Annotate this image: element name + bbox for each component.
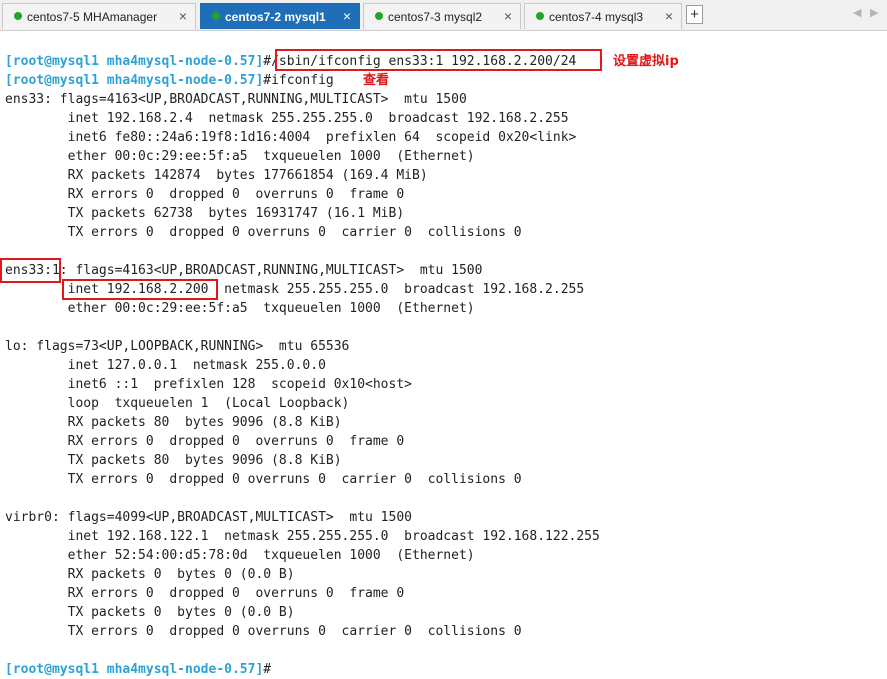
- output-line: TX packets 62738 bytes 16931747 (16.1 Mi…: [5, 206, 405, 221]
- command-line-2: [root@mysql1 mha4mysql-node-0.57]#ifconf…: [5, 71, 334, 90]
- scroll-tabs-left-icon[interactable]: ◀: [853, 6, 861, 19]
- output-line: RX errors 0 dropped 0 overruns 0 frame 0: [5, 434, 405, 449]
- output-line: RX packets 142874 bytes 177661854 (169.4…: [5, 168, 428, 183]
- output-line: RX errors 0 dropped 0 overruns 0 frame 0: [5, 187, 405, 202]
- shell-prompt: [root@mysql1 mha4mysql-node-0.57]: [5, 662, 264, 677]
- output-line: TX packets 0 bytes 0 (0.0 B): [5, 605, 295, 620]
- output-line: inet 192.168.2.4 netmask 255.255.255.0 b…: [5, 111, 569, 126]
- annotation-set-virtual-ip: 设置虚拟ip: [613, 54, 679, 69]
- output-line: TX errors 0 dropped 0 overruns 0 carrier…: [5, 472, 522, 487]
- output-line: TX packets 80 bytes 9096 (8.8 KiB): [5, 453, 342, 468]
- connected-status-icon: [212, 12, 220, 20]
- shell-prompt: [root@mysql1 mha4mysql-node-0.57]: [5, 54, 264, 69]
- tab-centos7-4[interactable]: centos7-4 mysql3 ×: [524, 3, 682, 29]
- output-line: ether 00:0c:29:ee:5f:a5 txqueuelen 1000 …: [5, 149, 475, 164]
- output-line: loop txqueuelen 1 (Local Loopback): [5, 396, 350, 411]
- close-icon[interactable]: ×: [343, 8, 351, 24]
- command-text: #ifconfig: [263, 73, 334, 88]
- output-line: inet 127.0.0.1 netmask 255.0.0.0: [5, 358, 326, 373]
- connected-status-icon: [536, 12, 544, 20]
- output-line: lo: flags=73<UP,LOOPBACK,RUNNING> mtu 65…: [5, 339, 350, 354]
- output-line: TX errors 0 dropped 0 overruns 0 carrier…: [5, 225, 522, 240]
- tab-label: centos7-4 mysql3: [549, 10, 644, 24]
- close-icon[interactable]: ×: [504, 8, 512, 24]
- output-line: ens33: flags=4163<UP,BROADCAST,RUNNING,M…: [5, 92, 467, 107]
- tab-bar: centos7-5 MHAmanager × centos7-2 mysql1 …: [0, 0, 887, 31]
- highlight-command-box: [275, 49, 602, 71]
- close-icon[interactable]: ×: [179, 8, 187, 24]
- output-line: RX errors 0 dropped 0 overruns 0 frame 0: [5, 586, 405, 601]
- add-tab-button[interactable]: +: [686, 5, 703, 24]
- output-line: RX packets 80 bytes 9096 (8.8 KiB): [5, 415, 342, 430]
- shell-prompt: [root@mysql1 mha4mysql-node-0.57]: [5, 73, 264, 88]
- tab-centos7-3[interactable]: centos7-3 mysql2 ×: [363, 3, 521, 29]
- tab-centos7-2[interactable]: centos7-2 mysql1 ×: [200, 3, 360, 29]
- output-line: TX errors 0 dropped 0 overruns 0 carrier…: [5, 624, 522, 639]
- output-line: RX packets 0 bytes 0 (0.0 B): [5, 567, 295, 582]
- annotation-check: 查看: [363, 73, 390, 88]
- tab-label: centos7-5 MHAmanager: [27, 10, 158, 24]
- output-line: ens33:1: flags=4163<UP,BROADCAST,RUNNING…: [5, 263, 483, 278]
- highlight-interface-box: [0, 258, 61, 283]
- output-line: inet6 ::1 prefixlen 128 scopeid 0x10<hos…: [5, 377, 412, 392]
- command-line-3: [root@mysql1 mha4mysql-node-0.57]#: [5, 660, 271, 679]
- tab-label: centos7-3 mysql2: [388, 10, 483, 24]
- scroll-tabs-right-icon[interactable]: ▶: [870, 6, 878, 19]
- highlight-inet-box: [62, 279, 218, 300]
- connected-status-icon: [14, 12, 22, 20]
- close-icon[interactable]: ×: [665, 8, 673, 24]
- output-line: inet6 fe80::24a6:19f8:1d16:4004 prefixle…: [5, 130, 577, 145]
- output-line: ether 00:0c:29:ee:5f:a5 txqueuelen 1000 …: [5, 301, 475, 316]
- output-line: inet 192.168.122.1 netmask 255.255.255.0…: [5, 529, 600, 544]
- connected-status-icon: [375, 12, 383, 20]
- output-line: virbr0: flags=4099<UP,BROADCAST,MULTICAS…: [5, 510, 412, 525]
- output-line: ether 52:54:00:d5:78:0d txqueuelen 1000 …: [5, 548, 475, 563]
- terminal-output[interactable]: [root@mysql1 mha4mysql-node-0.57]#/sbin/…: [0, 31, 887, 679]
- command-text: #: [263, 662, 272, 677]
- tab-label: centos7-2 mysql1: [225, 10, 326, 24]
- tab-centos7-5[interactable]: centos7-5 MHAmanager ×: [2, 3, 196, 29]
